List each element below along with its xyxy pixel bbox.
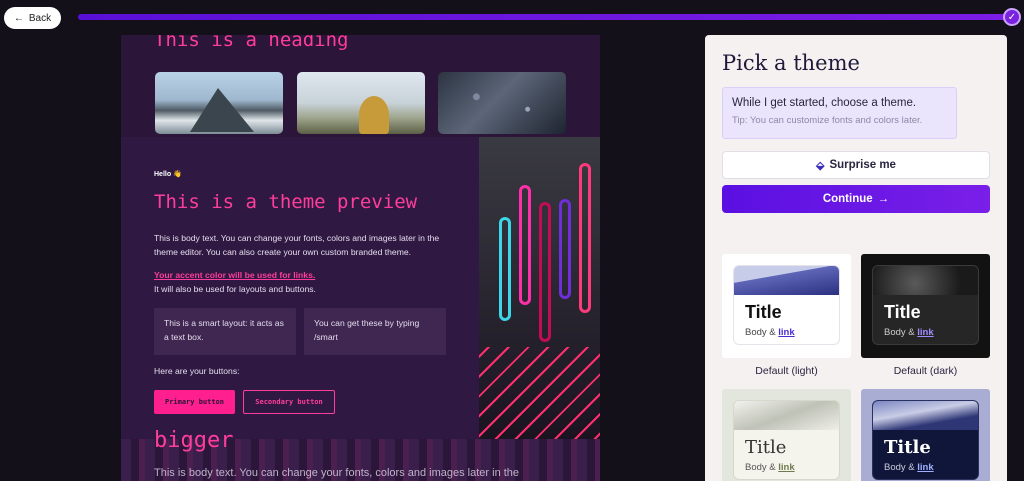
- theme-label-default-light: Default (light): [755, 365, 818, 377]
- info-tip-text: Tip: You can customize fonts and colors …: [732, 115, 923, 126]
- theme-option-default-dark[interactable]: Title Body & link: [861, 254, 990, 358]
- theme-option-sage[interactable]: Title Body & link: [722, 389, 851, 481]
- galaxy-image: [438, 72, 566, 134]
- panel-title: Pick a theme: [722, 51, 860, 75]
- theme-card-body: Body &: [884, 462, 915, 473]
- preview-hello: Hello 👋: [154, 171, 182, 178]
- neon-image: [479, 137, 600, 439]
- continue-label: Continue: [822, 193, 873, 205]
- theme-card-title: Title: [884, 437, 931, 458]
- info-main-text: While I get started, choose a theme.: [732, 97, 917, 109]
- theme-card-title: Title: [745, 437, 787, 458]
- arrow-left-icon: ←: [13, 12, 24, 24]
- back-label: Back: [28, 12, 52, 24]
- smart-layout-box: You can get these by typing /smart: [304, 308, 446, 355]
- theme-card-link: link: [778, 462, 795, 473]
- preview-body-text: This is body text. You can change your f…: [154, 233, 440, 257]
- theme-option-midnight[interactable]: Title Body & link: [861, 389, 990, 481]
- preview-secondary-button: Secondary button: [243, 390, 335, 414]
- continue-button[interactable]: Continue →: [722, 185, 990, 213]
- theme-preview: This is a heading Hello 👋 This is a them…: [121, 35, 600, 481]
- arrow-right-icon: →: [877, 193, 890, 205]
- surprise-me-button[interactable]: ⬙ Surprise me: [722, 151, 990, 179]
- preview-body-text-3: This is body text. You can change your f…: [154, 467, 520, 479]
- theme-label-default-dark: Default (dark): [893, 365, 958, 377]
- theme-card-link: link: [778, 327, 795, 338]
- back-button[interactable]: ← Back: [4, 7, 61, 29]
- progress-bar: [78, 14, 1012, 20]
- info-box: While I get started, choose a theme. Tip…: [722, 87, 957, 139]
- theme-card-link: link: [917, 327, 934, 338]
- theme-card-title: Title: [884, 302, 921, 322]
- preview-title: This is a theme preview: [154, 191, 418, 213]
- magic-eraser-icon: ⬙: [816, 159, 825, 172]
- preview-heading: This is a heading: [154, 35, 349, 51]
- preview-primary-button: Primary button: [154, 390, 235, 414]
- preview-accent-link: Your accent color will be used for links…: [154, 270, 316, 280]
- check-icon: ✓: [1003, 8, 1021, 26]
- buttons-label: Here are your buttons:: [154, 366, 240, 376]
- astronaut-image: [297, 72, 425, 134]
- theme-option-default-light[interactable]: Title Body & link: [722, 254, 851, 358]
- theme-card-link: link: [917, 462, 934, 473]
- theme-card-body: Body &: [745, 462, 776, 473]
- theme-card-body: Body &: [745, 327, 776, 338]
- mountain-image: [155, 72, 283, 134]
- smart-layout-box: This is a smart layout: it acts as a tex…: [154, 308, 296, 355]
- theme-card-body: Body &: [884, 327, 915, 338]
- surprise-label: Surprise me: [829, 159, 896, 171]
- preview-bigger-heading: bigger: [154, 428, 234, 453]
- theme-picker-panel: Pick a theme While I get started, choose…: [705, 35, 1007, 481]
- preview-body-text-2: It will also be used for layouts and but…: [154, 284, 316, 294]
- theme-card-title: Title: [745, 302, 782, 322]
